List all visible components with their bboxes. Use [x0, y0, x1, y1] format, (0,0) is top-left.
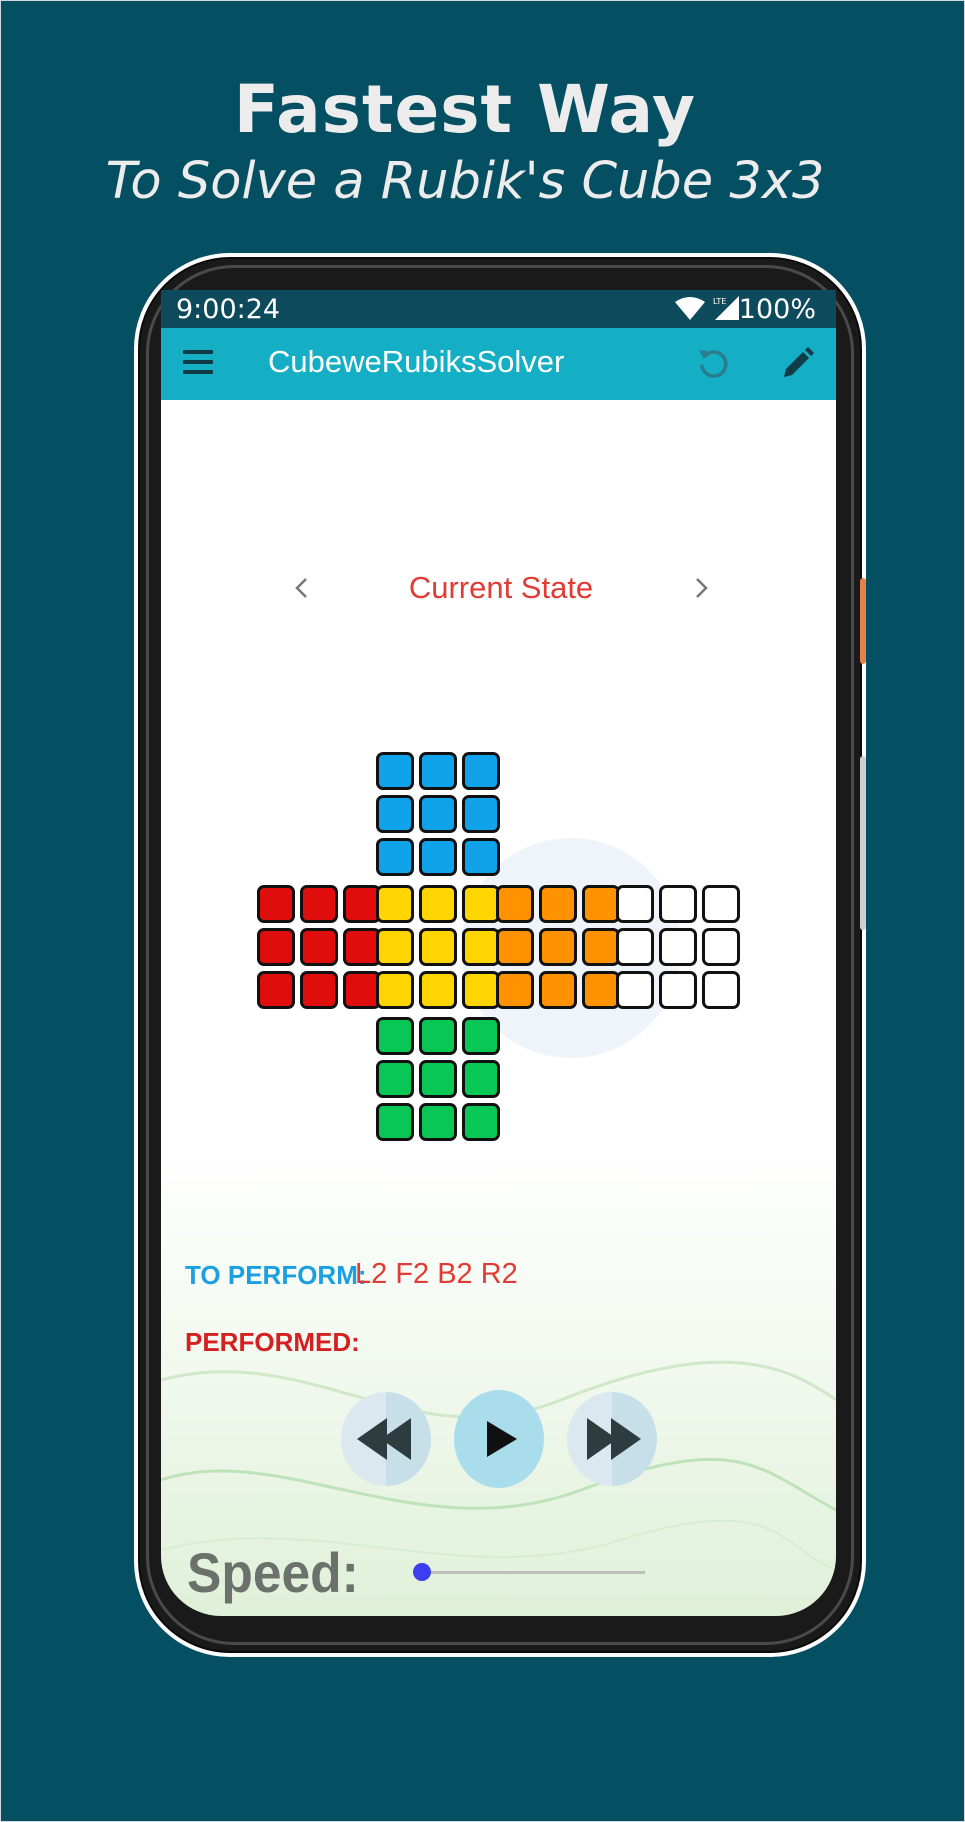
- to-perform-label: TO PERFORM:: [185, 1260, 367, 1290]
- cube-sticker: [376, 752, 414, 790]
- cube-sticker: [582, 928, 620, 966]
- wifi-icon: [675, 297, 705, 320]
- fast-forward-button[interactable]: [567, 1392, 657, 1486]
- cube-sticker: [462, 885, 500, 923]
- rewind-icon: [357, 1418, 411, 1460]
- cube-sticker: [462, 928, 500, 966]
- cube-sticker: [419, 795, 457, 833]
- cube-sticker: [300, 885, 338, 923]
- phone-screen: 9:00:24 LTE 100% CubeweRubiksSolver Curr…: [161, 290, 836, 1616]
- cube-sticker: [419, 928, 457, 966]
- cube-sticker: [419, 752, 457, 790]
- cube-sticker: [582, 885, 620, 923]
- cube-sticker: [462, 838, 500, 876]
- cube-sticker: [462, 1060, 500, 1098]
- edit-pencil-icon[interactable]: [775, 342, 819, 386]
- cube-sticker: [376, 1017, 414, 1055]
- to-perform-moves: L2 F2 B2 R2: [355, 1258, 518, 1290]
- cube-sticker: [496, 928, 534, 966]
- cube-face-right: [496, 885, 620, 1009]
- cube-sticker: [659, 885, 697, 923]
- cube-sticker: [496, 885, 534, 923]
- cube-sticker: [419, 971, 457, 1009]
- volume-button: [860, 756, 866, 930]
- cube-sticker: [376, 928, 414, 966]
- cube-face-left: [257, 885, 381, 1009]
- promo-title: Fastest Way: [233, 71, 697, 148]
- cube-sticker: [702, 885, 740, 923]
- cube-sticker: [659, 971, 697, 1009]
- cube-sticker: [462, 1103, 500, 1141]
- cube-sticker: [419, 1103, 457, 1141]
- cube-sticker: [539, 885, 577, 923]
- cube-sticker: [300, 928, 338, 966]
- cube-sticker: [257, 928, 295, 966]
- promo-headline: Fastest Way To Solve a Rubik's Cube 3x3: [0, 70, 930, 214]
- cube-sticker: [419, 1017, 457, 1055]
- lte-signal-icon: LTE: [713, 296, 739, 320]
- cube-sticker: [300, 971, 338, 1009]
- chevron-left-icon[interactable]: [287, 573, 317, 603]
- cube-sticker: [539, 928, 577, 966]
- cube-sticker: [616, 928, 654, 966]
- cube-sticker: [462, 971, 500, 1009]
- cube-sticker: [419, 1060, 457, 1098]
- cube-sticker: [702, 971, 740, 1009]
- cube-face-back: [616, 885, 740, 1009]
- cube-sticker: [419, 885, 457, 923]
- speed-slider-thumb[interactable]: [413, 1563, 431, 1581]
- cube-sticker: [702, 928, 740, 966]
- chevron-right-icon[interactable]: [686, 573, 716, 603]
- cube-sticker: [616, 885, 654, 923]
- svg-text:LTE: LTE: [713, 297, 726, 306]
- speed-label: Speed:: [187, 1541, 359, 1604]
- speed-slider-track[interactable]: [421, 1571, 645, 1574]
- cube-sticker: [257, 885, 295, 923]
- cube-sticker: [582, 971, 620, 1009]
- cube-sticker: [376, 1103, 414, 1141]
- hamburger-menu-icon[interactable]: [183, 350, 213, 378]
- cube-sticker: [462, 1017, 500, 1055]
- cube-sticker: [462, 752, 500, 790]
- cube-sticker: [419, 838, 457, 876]
- cube-face-up: [376, 752, 500, 876]
- cube-face-front: [376, 885, 500, 1009]
- cube-sticker: [257, 971, 295, 1009]
- cube-sticker: [376, 971, 414, 1009]
- cube-sticker: [376, 1060, 414, 1098]
- cube-face-down: [376, 1017, 500, 1141]
- cube-sticker: [539, 971, 577, 1009]
- status-time: 9:00:24: [176, 294, 281, 325]
- power-button: [860, 578, 866, 664]
- cube-sticker: [376, 795, 414, 833]
- app-bar: CubeweRubiksSolver: [161, 328, 836, 400]
- cube-sticker: [496, 971, 534, 1009]
- state-title: Current State: [408, 570, 594, 605]
- cube-sticker: [616, 971, 654, 1009]
- cube-sticker: [659, 928, 697, 966]
- status-bar: 9:00:24 LTE 100%: [161, 290, 836, 328]
- rewind-button[interactable]: [341, 1392, 431, 1486]
- cube-sticker: [376, 838, 414, 876]
- fast-forward-icon: [587, 1418, 641, 1460]
- app-title: CubeweRubiksSolver: [268, 344, 565, 379]
- play-icon: [487, 1421, 517, 1457]
- cube-sticker: [462, 795, 500, 833]
- play-button[interactable]: [454, 1390, 544, 1488]
- promo-subtitle: To Solve a Rubik's Cube 3x3: [105, 152, 825, 211]
- battery-level: 100%: [738, 294, 816, 325]
- cube-sticker: [376, 885, 414, 923]
- undo-icon[interactable]: [691, 342, 735, 386]
